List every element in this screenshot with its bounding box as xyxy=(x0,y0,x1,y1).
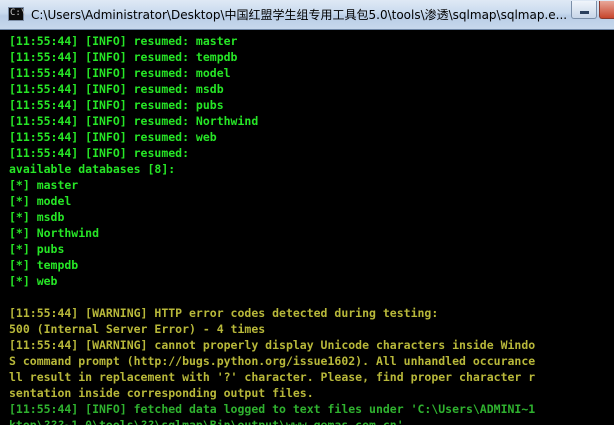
console-line: [11:55:44] [WARNING] HTTP error codes de… xyxy=(9,306,439,320)
console-line: [11:55:44] [INFO] resumed: xyxy=(9,146,190,160)
console-line: [11:55:44] [INFO] fetched data logged to… xyxy=(9,402,536,416)
console-line: [*] pubs xyxy=(9,242,65,256)
console-line: [*] web xyxy=(9,274,58,288)
console-line: [11:55:44] [INFO] resumed: msdb xyxy=(9,82,224,96)
command-prompt-icon-glyph: C:\ xyxy=(10,8,27,18)
minimize-icon xyxy=(580,11,589,14)
console-line: sentation inside corresponding output fi… xyxy=(9,386,314,400)
console-line: [*] model xyxy=(9,194,72,208)
console-line: [*] tempdb xyxy=(9,258,79,272)
console-line: [11:55:44] [INFO] resumed: web xyxy=(9,130,217,144)
minimize-button[interactable] xyxy=(571,1,597,19)
command-prompt-window: C:\ C:\Users\Administrator\Desktop\中国红盟学… xyxy=(0,0,614,425)
close-button[interactable] xyxy=(599,1,614,19)
console-line: ll result in replacement with '?' charac… xyxy=(9,370,536,384)
console-line: [11:55:44] [WARNING] cannot properly dis… xyxy=(9,338,536,352)
console-line: [11:55:44] [INFO] resumed: model xyxy=(9,66,231,80)
console-line: available databases [8]: xyxy=(9,162,176,176)
console-line: ktop\???~1.0\tools\??\sqlmap\Bin\output\… xyxy=(9,418,404,425)
console-line: [11:55:44] [INFO] resumed: pubs xyxy=(9,98,224,112)
console-line: S command prompt (http://bugs.python.org… xyxy=(9,354,536,368)
console-line: [*] Northwind xyxy=(9,226,100,240)
console-line: [11:55:44] [INFO] resumed: Northwind xyxy=(9,114,259,128)
title-bar[interactable]: C:\ C:\Users\Administrator\Desktop\中国红盟学… xyxy=(0,0,614,30)
console-output[interactable]: [11:55:44] [INFO] resumed: master [11:55:… xyxy=(0,30,614,425)
console-line: [11:55:44] [INFO] resumed: master xyxy=(9,34,238,48)
command-prompt-icon[interactable]: C:\ xyxy=(8,7,27,21)
console-line: [*] master xyxy=(9,178,79,192)
console-line: [*] msdb xyxy=(9,210,65,224)
console-line: 500 (Internal Server Error) - 4 times xyxy=(9,322,266,336)
window-title: C:\Users\Administrator\Desktop\中国红盟学生组专用… xyxy=(31,8,566,22)
console-line: [11:55:44] [INFO] resumed: tempdb xyxy=(9,50,238,64)
